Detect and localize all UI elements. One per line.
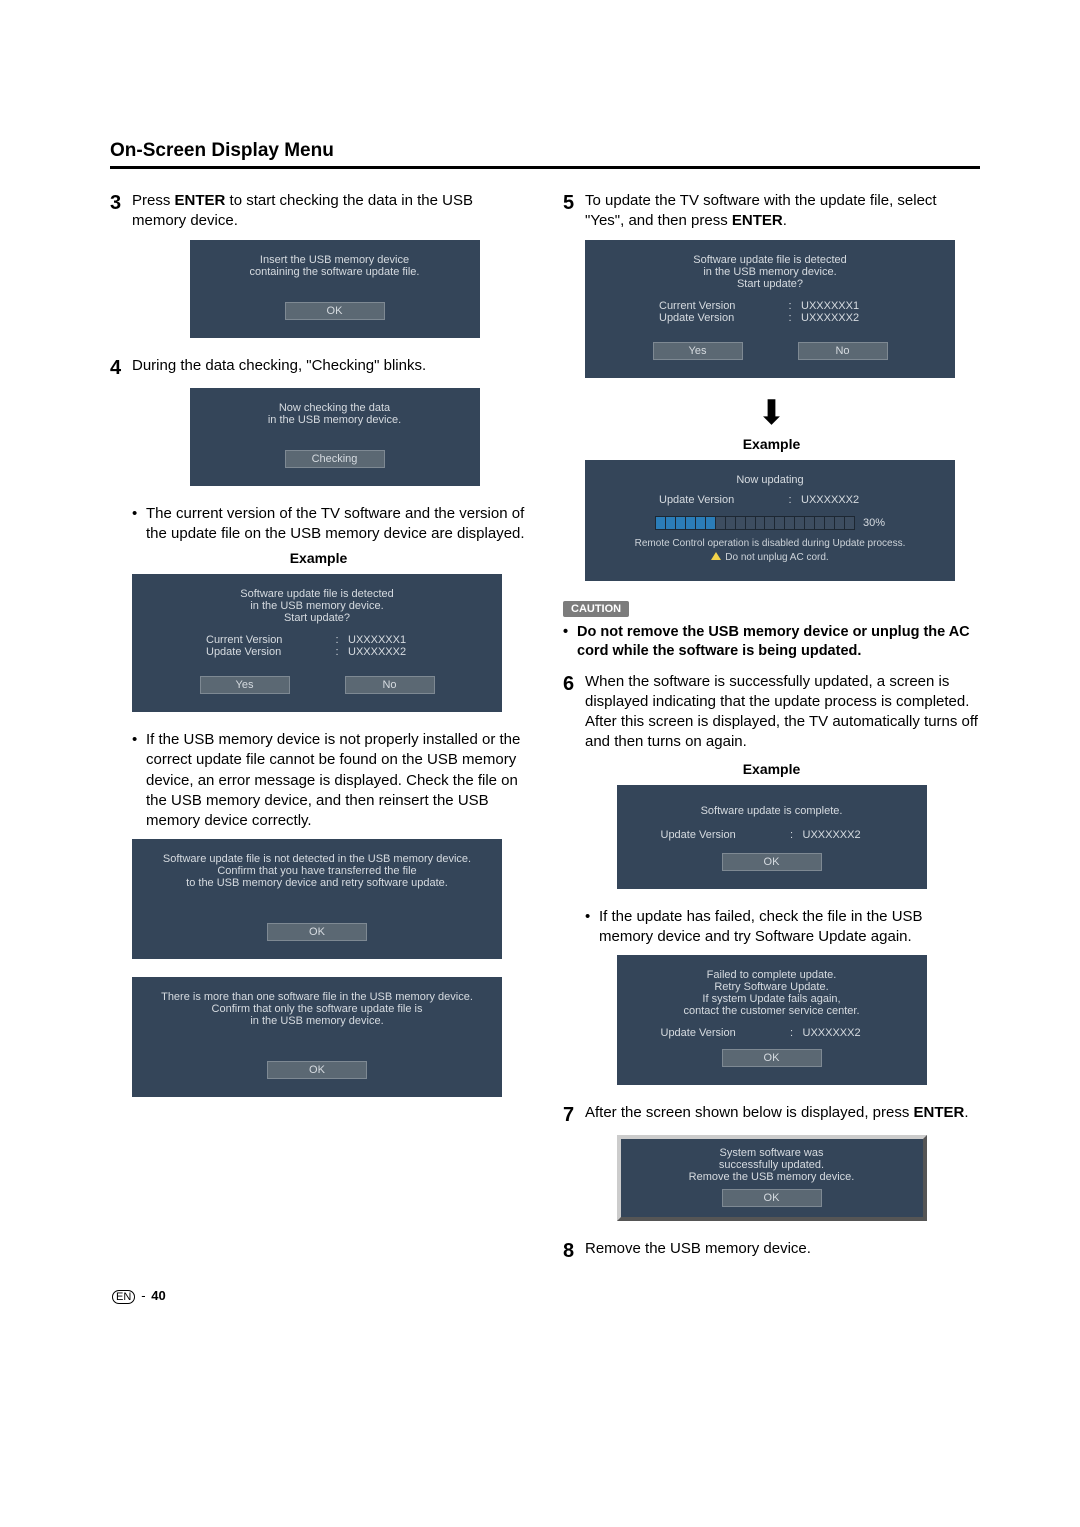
error-multiple-files-dialog: There is more than one software file in … xyxy=(132,977,502,1097)
checking-indicator: Checking xyxy=(285,450,385,468)
ok-button[interactable]: OK xyxy=(722,1189,822,1207)
page-number: 40 xyxy=(151,1288,165,1303)
dialog-text: Retry Software Update. xyxy=(627,981,917,993)
step-number: 5 xyxy=(563,191,585,232)
ok-button[interactable]: OK xyxy=(722,1049,822,1067)
section-title: On-Screen Display Menu xyxy=(110,140,980,162)
step-text: After the screen shown below is displaye… xyxy=(585,1103,969,1127)
dialog-text: Remove the USB memory device. xyxy=(631,1171,913,1183)
step-number: 8 xyxy=(563,1239,585,1263)
bullet-note: • If the USB memory device is not proper… xyxy=(132,730,527,831)
dialog-text: to the USB memory device and retry softw… xyxy=(142,877,492,889)
bullet-note: • The current version of the TV software… xyxy=(132,504,527,545)
dialog-note: Remote Control operation is disabled dur… xyxy=(595,538,945,549)
divider xyxy=(110,166,980,169)
dialog-text: Start update? xyxy=(142,612,492,624)
version-row: Update Version:UXXXXXX2 xyxy=(142,646,492,658)
manual-page: On-Screen Display Menu 3 Press ENTER to … xyxy=(0,0,1080,1331)
success-dialog: System software was successfully updated… xyxy=(617,1135,927,1221)
insert-usb-dialog: Insert the USB memory device containing … xyxy=(190,240,480,338)
step-8: 8 Remove the USB memory device. xyxy=(563,1239,980,1263)
no-button[interactable]: No xyxy=(798,342,888,360)
dialog-text: There is more than one software file in … xyxy=(142,991,492,1003)
dialog-text: Confirm that you have transferred the fi… xyxy=(142,865,492,877)
ok-button[interactable]: OK xyxy=(267,923,367,941)
ok-button[interactable]: OK xyxy=(722,853,822,871)
step-6: 6 When the software is successfully upda… xyxy=(563,672,980,753)
step-number: 4 xyxy=(110,356,132,380)
step-3: 3 Press ENTER to start checking the data… xyxy=(110,191,527,232)
dialog-text: in the USB memory device. xyxy=(200,414,470,426)
dialog-text: Software update file is detected xyxy=(142,588,492,600)
version-row: Current Version:UXXXXXX1 xyxy=(142,634,492,646)
caution-badge: CAUTION xyxy=(563,601,629,617)
caution-text: • Do not remove the USB memory device or… xyxy=(563,623,980,662)
step-text: During the data checking, "Checking" bli… xyxy=(132,356,426,380)
arrow-down-icon: ⬇ xyxy=(563,396,980,430)
two-column-layout: 3 Press ENTER to start checking the data… xyxy=(110,191,980,1271)
update-detected-dialog: Software update file is detected in the … xyxy=(585,240,955,378)
yes-button[interactable]: Yes xyxy=(200,676,290,694)
dialog-text: Confirm that only the software update fi… xyxy=(142,1003,492,1015)
step-text: Remove the USB memory device. xyxy=(585,1239,811,1263)
version-row: Current Version:UXXXXXX1 xyxy=(595,300,945,312)
update-failed-dialog: Failed to complete update. Retry Softwar… xyxy=(617,955,927,1085)
dialog-text: Failed to complete update. xyxy=(627,969,917,981)
yes-button[interactable]: Yes xyxy=(653,342,743,360)
dialog-text: Software update file is detected xyxy=(595,254,945,266)
version-row: Update Version:UXXXXXX2 xyxy=(595,494,945,506)
version-row: Update Version:UXXXXXX2 xyxy=(627,1027,917,1039)
now-updating-dialog: Now updating Update Version:UXXXXXX2 30%… xyxy=(585,460,955,581)
ok-button[interactable]: OK xyxy=(285,302,385,320)
dialog-text: If system Update fails again, xyxy=(627,993,917,1005)
example-label: Example xyxy=(563,436,980,452)
progress-percent: 30% xyxy=(863,517,885,529)
step-text: To update the TV software with the updat… xyxy=(585,191,980,232)
version-row: Update Version:UXXXXXX2 xyxy=(627,829,917,841)
language-badge: EN xyxy=(112,1290,135,1304)
page-footer: EN- 40 xyxy=(112,1288,166,1303)
step-4: 4 During the data checking, "Checking" b… xyxy=(110,356,527,380)
step-5: 5 To update the TV software with the upd… xyxy=(563,191,980,232)
dialog-text: in the USB memory device. xyxy=(142,600,492,612)
example-label: Example xyxy=(110,550,527,566)
error-not-detected-dialog: Software update file is not detected in … xyxy=(132,839,502,959)
step-7: 7 After the screen shown below is displa… xyxy=(563,1103,980,1127)
dialog-text: Now updating xyxy=(595,474,945,486)
step-text: Press ENTER to start checking the data i… xyxy=(132,191,527,232)
no-button[interactable]: No xyxy=(345,676,435,694)
warning-icon xyxy=(711,552,721,560)
step-number: 7 xyxy=(563,1103,585,1127)
progress-bar: 30% xyxy=(595,516,945,530)
step-number: 6 xyxy=(563,672,585,753)
right-column: 5 To update the TV software with the upd… xyxy=(563,191,980,1271)
dialog-text: Software update file is not detected in … xyxy=(142,853,492,865)
step-number: 3 xyxy=(110,191,132,232)
ok-button[interactable]: OK xyxy=(267,1061,367,1079)
step-text: When the software is successfully update… xyxy=(585,672,980,753)
dialog-text: containing the software update file. xyxy=(200,266,470,278)
bullet-note: • If the update has failed, check the fi… xyxy=(585,907,980,948)
dialog-text: System software was xyxy=(631,1147,913,1159)
update-detected-dialog: Software update file is detected in the … xyxy=(132,574,502,712)
dialog-text: successfully updated. xyxy=(631,1159,913,1171)
dialog-note: Do not unplug AC cord. xyxy=(595,552,945,563)
dialog-text: Now checking the data xyxy=(200,402,470,414)
checking-dialog: Now checking the data in the USB memory … xyxy=(190,388,480,486)
dialog-text: Software update is complete. xyxy=(627,805,917,817)
dialog-text: contact the customer service center. xyxy=(627,1005,917,1017)
dialog-text: Start update? xyxy=(595,278,945,290)
dialog-text: Insert the USB memory device xyxy=(200,254,470,266)
dialog-text: in the USB memory device. xyxy=(142,1015,492,1027)
update-complete-dialog: Software update is complete. Update Vers… xyxy=(617,785,927,889)
example-label: Example xyxy=(563,761,980,777)
version-row: Update Version:UXXXXXX2 xyxy=(595,312,945,324)
dialog-text: in the USB memory device. xyxy=(595,266,945,278)
left-column: 3 Press ENTER to start checking the data… xyxy=(110,191,527,1271)
